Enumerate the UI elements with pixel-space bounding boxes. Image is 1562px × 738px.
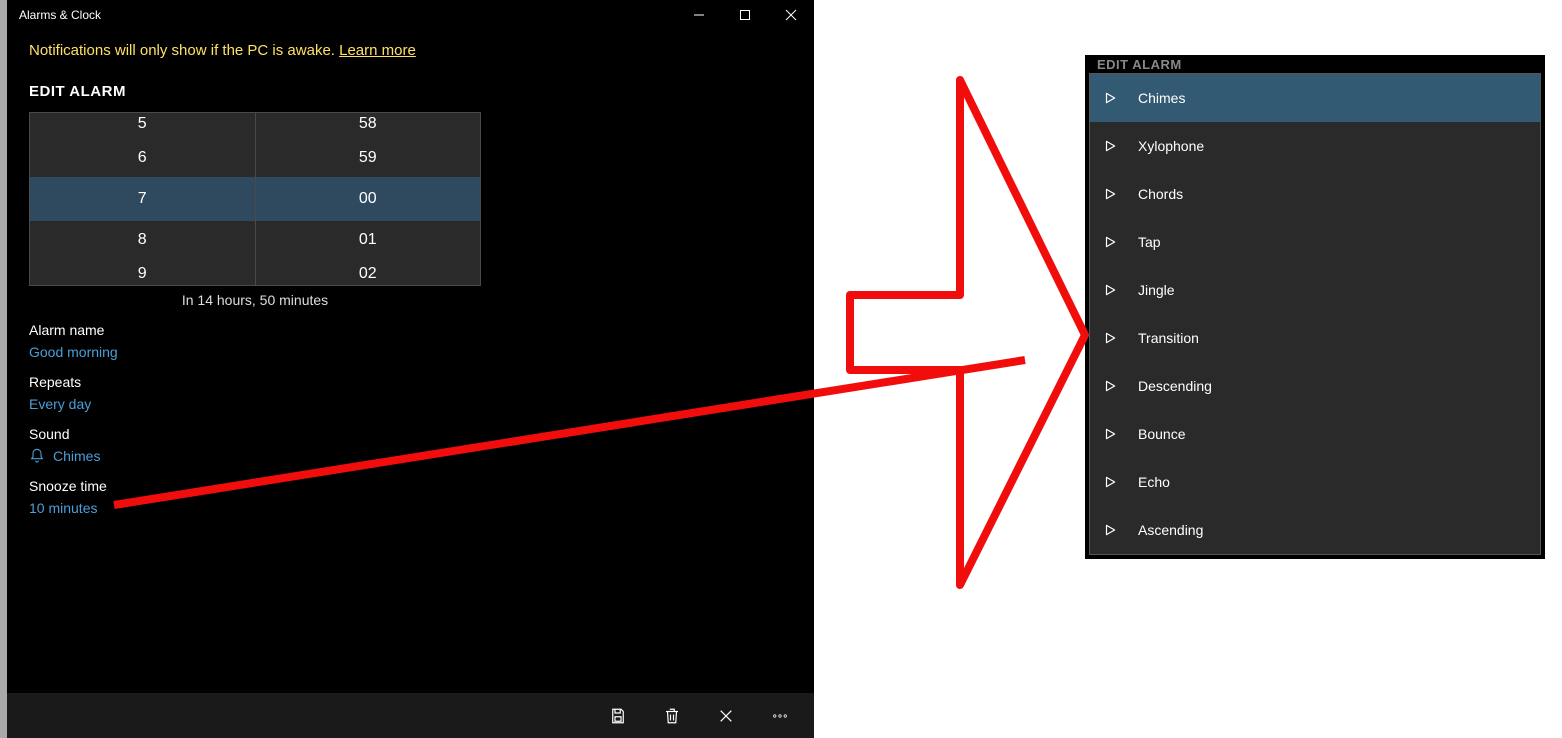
sound-popup-heading: EDIT ALARM (1089, 59, 1541, 73)
sound-dropdown-panel: EDIT ALARM Chimes Xylophone Chords Tap Jingl… (1085, 55, 1545, 559)
sound-option[interactable]: Echo (1090, 458, 1540, 506)
sound-option-label: Bounce (1138, 426, 1185, 442)
save-button[interactable] (594, 696, 642, 736)
titlebar: Alarms & Clock (7, 0, 814, 30)
maximize-button[interactable] (722, 0, 768, 30)
sound-option-label: Ascending (1138, 522, 1203, 538)
sound-option-label: Echo (1138, 474, 1170, 490)
minute-row[interactable]: 58 (256, 113, 481, 139)
alarms-clock-window: Alarms & Clock Notifications will only s… (7, 0, 814, 738)
cancel-button[interactable] (702, 696, 750, 736)
repeats-value[interactable]: Every day (29, 396, 792, 412)
play-icon[interactable] (1102, 378, 1118, 394)
minimize-button[interactable] (676, 0, 722, 30)
hour-row[interactable]: 7 (30, 177, 255, 221)
sound-option[interactable]: Tap (1090, 218, 1540, 266)
sound-option-label: Tap (1138, 234, 1161, 250)
sound-option[interactable]: Ascending (1090, 506, 1540, 554)
hour-row[interactable]: 9 (30, 259, 255, 285)
sound-selector[interactable]: Chimes (29, 448, 792, 464)
hour-row[interactable]: 6 (30, 139, 255, 177)
sound-option[interactable]: Xylophone (1090, 122, 1540, 170)
minute-row[interactable]: 02 (256, 259, 481, 285)
minute-row[interactable]: 01 (256, 221, 481, 259)
sound-option-list: Chimes Xylophone Chords Tap Jingle Transition… (1089, 73, 1541, 555)
sound-option[interactable]: Jingle (1090, 266, 1540, 314)
hour-row[interactable]: 5 (30, 113, 255, 139)
command-bar (7, 693, 814, 738)
sound-option-label: Descending (1138, 378, 1212, 394)
notification-text: Notifications will only show if the PC i… (29, 42, 339, 59)
more-button[interactable] (756, 696, 804, 736)
repeats-label: Repeats (29, 374, 792, 390)
delete-button[interactable] (648, 696, 696, 736)
minute-row[interactable]: 59 (256, 139, 481, 177)
left-window-edge (0, 0, 7, 738)
play-icon[interactable] (1102, 282, 1118, 298)
sound-label: Sound (29, 426, 792, 442)
sound-option-label: Transition (1138, 330, 1199, 346)
play-icon[interactable] (1102, 234, 1118, 250)
sound-option-label: Xylophone (1138, 138, 1204, 154)
sound-option[interactable]: Transition (1090, 314, 1540, 362)
sound-value: Chimes (53, 448, 100, 464)
close-button[interactable] (768, 0, 814, 30)
edit-alarm-heading: EDIT ALARM (7, 65, 814, 108)
hour-row[interactable]: 8 (30, 221, 255, 259)
sound-option-label: Chimes (1138, 90, 1185, 106)
sound-option[interactable]: Bounce (1090, 410, 1540, 458)
time-picker[interactable]: 56789 5859000102 (29, 112, 481, 286)
bell-icon (29, 448, 45, 464)
alarm-name-value[interactable]: Good morning (29, 344, 792, 360)
snooze-label: Snooze time (29, 478, 792, 494)
minute-picker-column[interactable]: 5859000102 (256, 113, 481, 285)
play-icon[interactable] (1102, 138, 1118, 154)
sound-option-label: Jingle (1138, 282, 1175, 298)
minute-row[interactable]: 00 (256, 177, 481, 221)
play-icon[interactable] (1102, 330, 1118, 346)
play-icon[interactable] (1102, 522, 1118, 538)
sound-option[interactable]: Descending (1090, 362, 1540, 410)
time-until-hint: In 14 hours, 50 minutes (29, 292, 481, 308)
play-icon[interactable] (1102, 186, 1118, 202)
play-icon[interactable] (1102, 474, 1118, 490)
alarm-name-label: Alarm name (29, 322, 792, 338)
learn-more-link[interactable]: Learn more (339, 42, 416, 59)
sound-option[interactable]: Chimes (1090, 74, 1540, 122)
notification-banner: Notifications will only show if the PC i… (7, 30, 814, 65)
snooze-value[interactable]: 10 minutes (29, 500, 792, 516)
play-icon[interactable] (1102, 426, 1118, 442)
hour-picker-column[interactable]: 56789 (30, 113, 256, 285)
sound-option-label: Chords (1138, 186, 1183, 202)
play-icon[interactable] (1102, 90, 1118, 106)
sound-option[interactable]: Chords (1090, 170, 1540, 218)
window-title: Alarms & Clock (19, 8, 101, 22)
